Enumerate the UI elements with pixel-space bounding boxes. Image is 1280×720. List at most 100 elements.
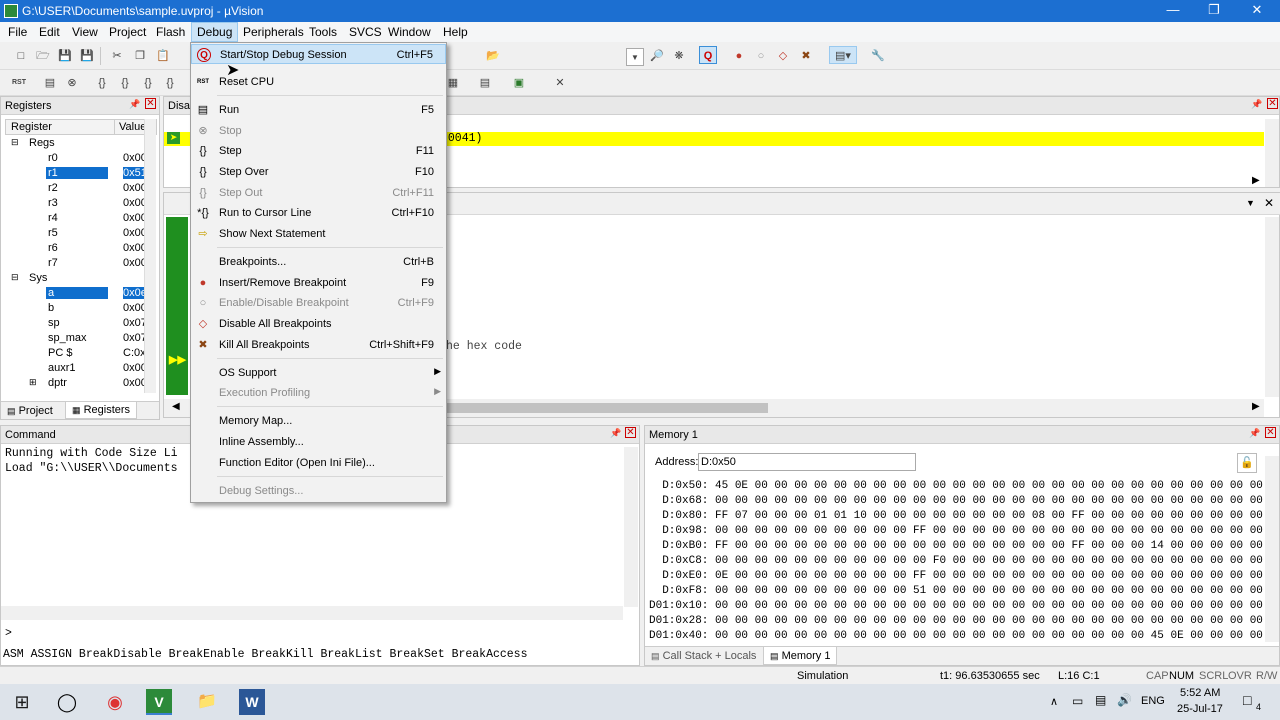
scroll-right-icon[interactable]: ▶: [1252, 401, 1260, 412]
clock-date[interactable]: 25-Jul-17: [1177, 703, 1223, 715]
config-icon[interactable]: ❋: [670, 47, 688, 65]
close-icon[interactable]: ✕: [625, 427, 636, 438]
menu-file[interactable]: File: [8, 25, 27, 39]
memory-row[interactable]: D:0x50: 45 0E 00 00 00 00 00 00 00 00 00…: [649, 480, 1267, 495]
file-explorer-icon[interactable]: 📁: [194, 689, 220, 715]
pin-icon[interactable]: 📌: [1251, 99, 1262, 110]
menu-tools[interactable]: Tools: [309, 25, 337, 39]
stop-toolbar-icon[interactable]: ⊗: [63, 74, 81, 92]
breakpoint-toolbar-icon[interactable]: ●: [730, 47, 748, 65]
register-row[interactable]: r0 0x00: [5, 152, 155, 167]
tab-registers[interactable]: ▦ Registers: [65, 402, 138, 419]
menu-view[interactable]: View: [72, 25, 98, 39]
uvision-taskbar-icon[interactable]: V: [146, 689, 172, 715]
menu-svcs[interactable]: SVCS: [349, 25, 382, 39]
dropdown-arrow-icon[interactable]: ▼: [626, 48, 644, 66]
menu-item-kill-all-breakpoints[interactable]: ✖ Kill All Breakpoints Ctrl+Shift+F9: [191, 335, 446, 355]
command-hscrollbar[interactable]: [1, 606, 623, 620]
cut-icon[interactable]: ✂: [108, 47, 126, 65]
step-over-toolbar-icon[interactable]: {}: [116, 74, 134, 92]
menu-item-run-to-cursor[interactable]: *{} Run to Cursor Line Ctrl+F10: [191, 203, 446, 223]
open-file-icon[interactable]: 🗁: [34, 47, 52, 65]
network-icon[interactable]: ▤: [1095, 693, 1106, 707]
window-layout-icon[interactable]: ▤▾: [829, 46, 857, 64]
close-icon[interactable]: ✕: [145, 98, 156, 109]
folder-icon[interactable]: 📂: [484, 47, 502, 65]
find-icon[interactable]: 🔎: [648, 47, 666, 65]
volume-icon[interactable]: 🔊: [1117, 693, 1132, 707]
memory-window-icon[interactable]: ▣: [510, 74, 528, 92]
memory-vscrollbar[interactable]: [1265, 456, 1279, 642]
menu-item-function-editor[interactable]: Function Editor (Open Ini File)...: [191, 453, 446, 473]
notifications-icon[interactable]: □: [1243, 692, 1251, 708]
collapse-icon[interactable]: ⊟: [11, 137, 19, 148]
run-toolbar-icon[interactable]: ▤: [41, 74, 59, 92]
memory-row[interactable]: D:0xF8: 00 00 00 00 00 00 00 00 00 00 51…: [649, 585, 1267, 600]
register-row[interactable]: b 0x00: [5, 302, 155, 317]
menu-item-insert-remove-breakpoint[interactable]: ● Insert/Remove Breakpoint F9: [191, 273, 446, 293]
pin-icon[interactable]: 📌: [610, 428, 621, 439]
registers-scrollbar[interactable]: [144, 119, 156, 393]
register-row-selected[interactable]: r1 0x51: [5, 167, 155, 182]
menu-item-show-next-statement[interactable]: ⇨ Show Next Statement: [191, 224, 446, 244]
menu-debug[interactable]: Debug: [191, 22, 239, 42]
memory-row[interactable]: D01:0x10: 00 00 00 00 00 00 00 00 00 00 …: [649, 600, 1267, 615]
menu-item-stop[interactable]: ⊗ Stop: [191, 121, 446, 141]
run-to-cursor-toolbar-icon[interactable]: {}: [161, 74, 179, 92]
menu-item-run[interactable]: ▤ Run F5: [191, 100, 446, 120]
dropdown-arrow-icon[interactable]: ▼: [1246, 198, 1255, 208]
memory-row[interactable]: D:0xC8: 00 00 00 00 00 00 00 00 00 00 00…: [649, 555, 1267, 570]
menu-item-step-out[interactable]: {} Step Out Ctrl+F11: [191, 183, 446, 203]
register-row[interactable]: PC $ C:0x0: [5, 347, 155, 362]
memory-row[interactable]: D:0x68: 00 00 00 00 00 00 00 00 00 00 00…: [649, 495, 1267, 510]
debug-session-toolbar-icon[interactable]: Q: [699, 46, 717, 64]
show-hidden-icons-icon[interactable]: ∧: [1050, 695, 1058, 708]
menu-help[interactable]: Help: [443, 25, 468, 39]
step-out-toolbar-icon[interactable]: {}: [139, 74, 157, 92]
collapse-icon[interactable]: ⊟: [11, 272, 19, 283]
disassembly-vscrollbar[interactable]: [1265, 119, 1279, 187]
close-button[interactable]: ✕: [1234, 0, 1280, 22]
watch-window-icon[interactable]: ▤: [476, 74, 494, 92]
close-icon[interactable]: ✕: [1267, 98, 1278, 109]
close-icon[interactable]: ✕: [1265, 427, 1276, 438]
menu-peripherals[interactable]: Peripherals: [243, 25, 304, 39]
register-row[interactable]: r6 0x00: [5, 242, 155, 257]
menu-item-breakpoints[interactable]: Breakpoints... Ctrl+B: [191, 252, 446, 272]
copy-icon[interactable]: ❐: [131, 47, 149, 65]
menu-item-disable-all-breakpoints[interactable]: ◇ Disable All Breakpoints: [191, 314, 446, 334]
tools-toolbar-icon[interactable]: ✕: [551, 74, 569, 92]
tab-call-stack[interactable]: ▤ Call Stack + Locals: [651, 650, 756, 662]
hscroll-thumb[interactable]: [424, 403, 768, 413]
tab-project[interactable]: ▤ Project: [7, 405, 53, 417]
memory-row[interactable]: D01:0x28: 00 00 00 00 00 00 00 00 00 00 …: [649, 615, 1267, 630]
menu-item-step[interactable]: {} Step F11: [191, 141, 446, 161]
tree-group-regs[interactable]: ⊟ Regs: [5, 137, 155, 152]
menu-window[interactable]: Window: [388, 25, 431, 39]
battery-icon[interactable]: ▭: [1072, 694, 1083, 708]
menu-project[interactable]: Project: [109, 25, 146, 39]
menu-item-enable-disable-breakpoint[interactable]: ○ Enable/Disable Breakpoint Ctrl+F9: [191, 293, 446, 313]
menu-edit[interactable]: Edit: [39, 25, 60, 39]
close-icon[interactable]: ✕: [1264, 196, 1274, 210]
value-column-header[interactable]: Value: [119, 121, 146, 133]
register-row[interactable]: ⊞ dptr 0x00: [5, 377, 155, 392]
reset-toolbar-icon[interactable]: RST: [10, 74, 28, 92]
menu-item-step-over[interactable]: {} Step Over F10: [191, 162, 446, 182]
expand-icon[interactable]: ⊞: [29, 377, 37, 388]
register-row[interactable]: r4 0x00: [5, 212, 155, 227]
menu-item-execution-profiling[interactable]: Execution Profiling ▶: [191, 383, 446, 403]
memory-row[interactable]: D:0x98: 00 00 00 00 00 00 00 00 00 00 FF…: [649, 525, 1267, 540]
clock-time[interactable]: 5:52 AM: [1180, 687, 1220, 699]
word-icon[interactable]: W: [239, 689, 265, 715]
step-toolbar-icon[interactable]: {}: [93, 74, 111, 92]
menu-item-os-support[interactable]: OS Support ▶: [191, 363, 446, 383]
memory-row[interactable]: D01:0x40: 00 00 00 00 00 00 00 00 00 00 …: [649, 630, 1267, 642]
cortana-search-icon[interactable]: ◯: [54, 689, 80, 715]
command-prompt[interactable]: >: [5, 627, 12, 640]
minimize-button[interactable]: —: [1150, 0, 1196, 22]
lock-icon[interactable]: 🔓: [1237, 453, 1257, 473]
menu-item-memory-map[interactable]: Memory Map...: [191, 411, 446, 431]
tree-group-sys[interactable]: ⊟ Sys: [5, 272, 155, 287]
maximize-button[interactable]: ❐: [1191, 0, 1237, 22]
